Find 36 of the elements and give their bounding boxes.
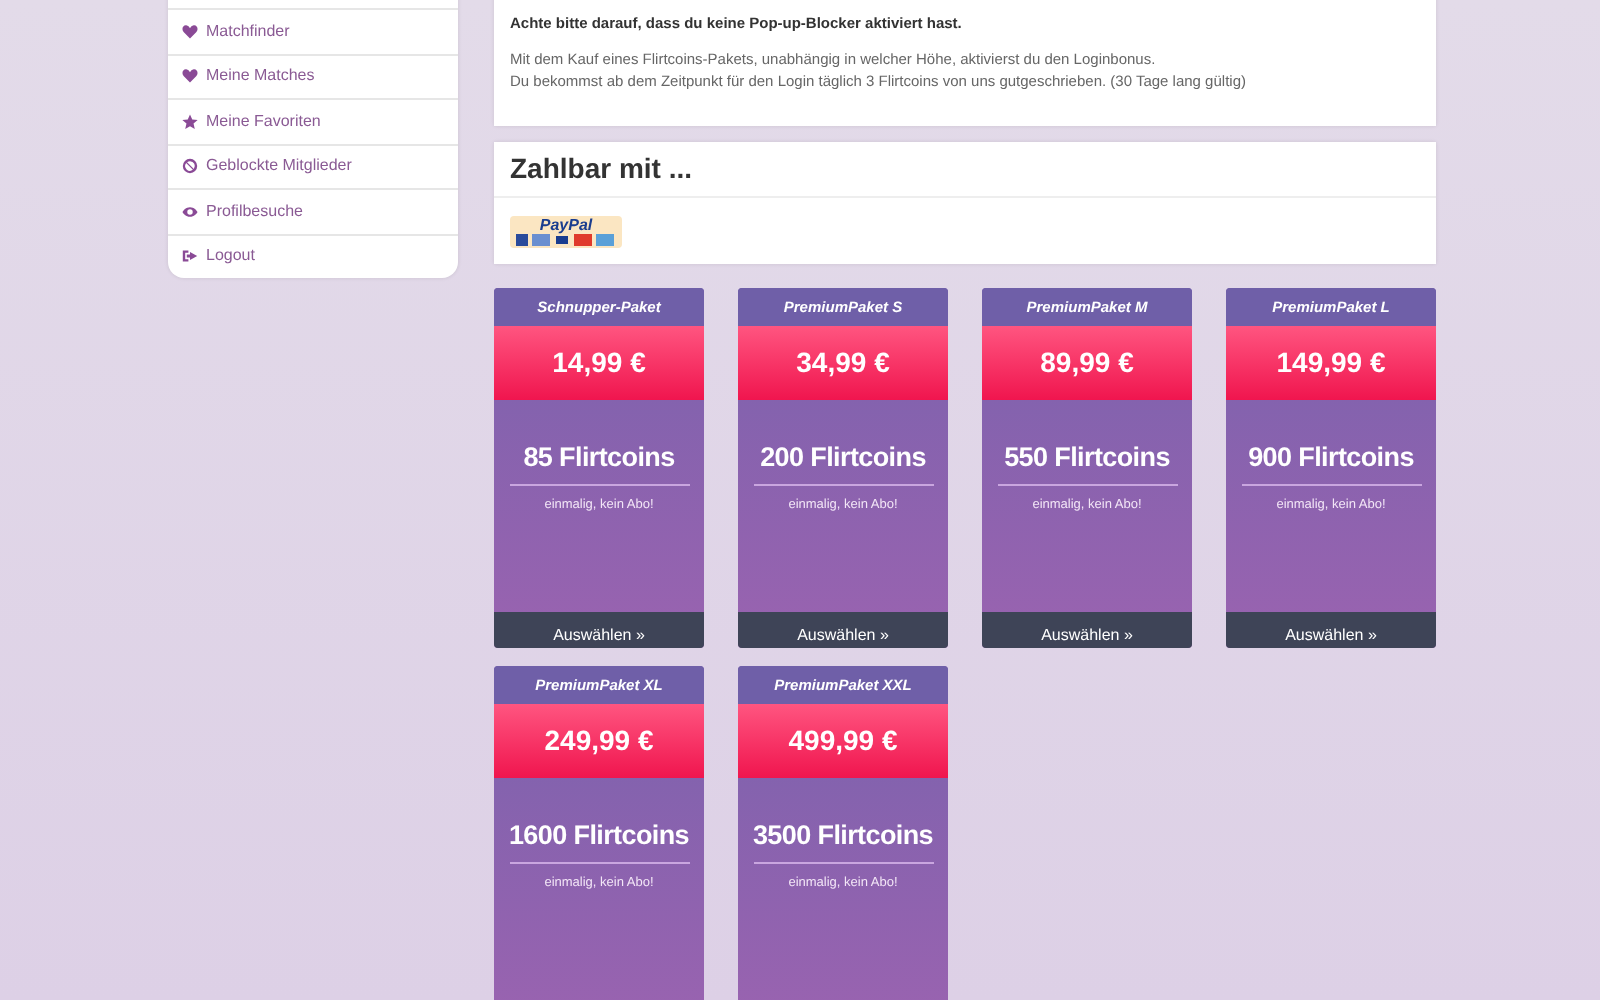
- package-price: 499,99 €: [738, 703, 948, 778]
- coin-amount: 550 Flirtcoins: [1004, 439, 1170, 476]
- coin-amount: 1600 Flirtcoins: [508, 817, 690, 854]
- ban-icon: [182, 158, 198, 175]
- heart-icon: [182, 68, 198, 85]
- select-button[interactable]: Auswählen »: [1226, 611, 1436, 648]
- select-button[interactable]: Auswählen »: [738, 611, 948, 648]
- coin-amount: 200 Flirtcoins: [760, 439, 926, 476]
- sidebar-item[interactable]: Meine Favoriten: [168, 98, 458, 143]
- sidebar-item[interactable]: Logout: [168, 233, 458, 278]
- sidebar-item[interactable]: Profilbesuche: [168, 188, 458, 233]
- package-price: 249,99 €: [494, 703, 704, 778]
- sidebar-item[interactable]: Matchfinder: [168, 8, 458, 53]
- coin-amount: 3500 Flirtcoins: [752, 817, 934, 854]
- package-price: 14,99 €: [494, 325, 704, 400]
- coin-amount: 85 Flirtcoins: [523, 439, 675, 476]
- section-title: Zahlbar mit ...: [494, 142, 1436, 198]
- heart-icon: [182, 23, 198, 40]
- eye-icon: [182, 203, 198, 220]
- select-button[interactable]: Auswählen »: [494, 611, 704, 648]
- menu-label: Meine Favoriten: [206, 109, 321, 134]
- sidebar-item[interactable]: Meine Matches: [168, 53, 458, 98]
- menu-label: Logout: [206, 244, 255, 269]
- star-icon: [182, 113, 198, 130]
- menu-label: Meine Matches: [206, 64, 315, 89]
- menu-label: Matchfinder: [206, 19, 290, 44]
- select-button[interactable]: Auswählen »: [982, 611, 1192, 648]
- paypal-logo: PayPal: [510, 215, 622, 248]
- logout-icon: [182, 248, 198, 265]
- menu-label: Profilbesuche: [206, 199, 303, 224]
- menu-label: Geblockte Mitglieder: [206, 154, 352, 179]
- package-price: 149,99 €: [1226, 325, 1436, 400]
- package-price: 89,99 €: [982, 325, 1192, 400]
- coin-amount: 900 Flirtcoins: [1248, 439, 1414, 476]
- sidebar-item[interactable]: Geblockte Mitglieder: [168, 143, 458, 188]
- package-price: 34,99 €: [738, 325, 948, 400]
